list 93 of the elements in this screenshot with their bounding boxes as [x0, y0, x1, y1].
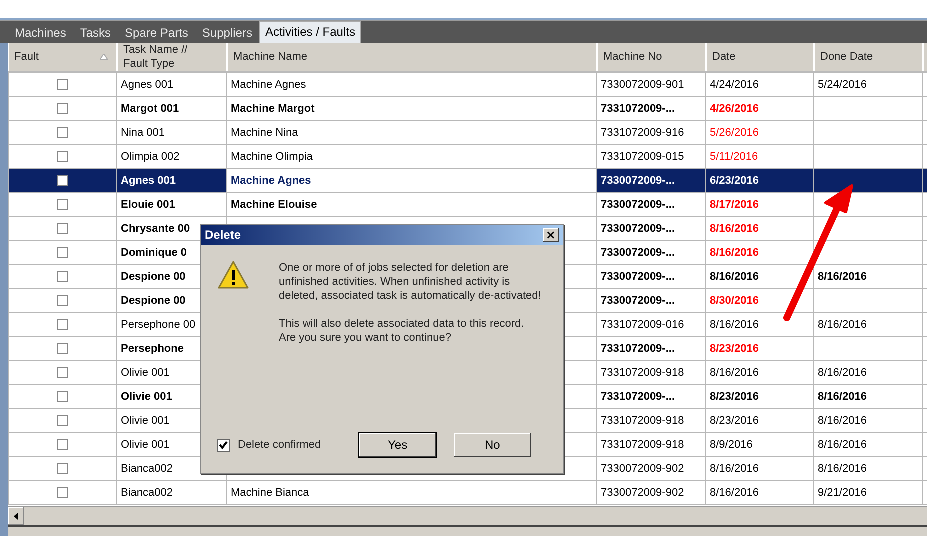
table-cell: 8/16/2016 [814, 408, 922, 432]
table-cell: Agnes 001 [116, 168, 226, 192]
table-cell: 8/23/2016 [706, 336, 814, 360]
table-cell: 8/16/2016 [814, 360, 922, 384]
table-cell: 9/21/2016 [814, 480, 922, 504]
checkbox[interactable] [57, 199, 68, 210]
table-cell: 8/16/2016 [706, 480, 814, 504]
table-cell: 7331072009-... [596, 96, 706, 120]
table-cell: 8/23/2016 [706, 384, 814, 408]
tab[interactable]: Suppliers [195, 23, 260, 43]
table-cell: 8/16/2016 [706, 240, 814, 264]
checkbox[interactable] [57, 367, 68, 378]
checkbox[interactable] [217, 438, 230, 452]
checkbox[interactable] [57, 127, 68, 138]
column-header[interactable]: Done Date [814, 43, 922, 72]
tab[interactable]: Machines [8, 23, 74, 43]
column-header[interactable]: Machine No [596, 43, 706, 72]
table-cell: Machine Agnes [226, 72, 596, 96]
checkbox[interactable] [57, 343, 68, 354]
table-cell: 7331072009-918 [596, 432, 706, 456]
table-cell: 7330072009-... [596, 168, 706, 192]
table-cell: 8/17/2016 [706, 192, 814, 216]
dialog-button[interactable]: No [454, 433, 531, 457]
table-cell: 5/26/2016 [706, 120, 814, 144]
table-cell: 7330072009-... [596, 288, 706, 312]
checkbox[interactable] [57, 319, 68, 330]
table-cell: 7330072009-... [596, 240, 706, 264]
table-cell: Margot 001 [116, 96, 226, 120]
checkbox[interactable] [57, 439, 68, 450]
table-cell: Machine Bianca [226, 480, 596, 504]
table-cell: Nina 001 [116, 120, 226, 144]
table-cell: 8/16/2016 [706, 312, 814, 336]
checkbox[interactable] [57, 103, 68, 114]
checkbox[interactable] [57, 415, 68, 426]
checkbox[interactable] [57, 151, 68, 162]
checkbox[interactable] [57, 487, 68, 498]
table-cell: 7331072009-... [596, 336, 706, 360]
dialog-button[interactable]: Yes [359, 433, 436, 457]
table-cell: 7330072009-901 [596, 72, 706, 96]
table-cell: Bianca002 [116, 480, 226, 504]
checkbox[interactable] [57, 175, 68, 186]
column-header[interactable]: Task Name // Fault Type [116, 43, 226, 72]
table-cell: 8/16/2016 [814, 312, 922, 336]
table-cell: 8/16/2016 [706, 216, 814, 240]
table-cell: Machine Nina [226, 120, 596, 144]
table-cell: 8/16/2016 [814, 384, 922, 408]
table-cell: 7330072009-... [596, 264, 706, 288]
table-cell: 7331072009-918 [596, 408, 706, 432]
tab[interactable]: Activities / Faults [259, 21, 362, 43]
tab[interactable]: Tasks [73, 23, 118, 43]
table-cell: 7330072009-902 [596, 456, 706, 480]
table-cell: 4/26/2016 [706, 96, 814, 120]
checkbox[interactable] [57, 391, 68, 402]
horizontal-scrollbar[interactable] [8, 506, 927, 525]
table-cell: Machine Margot [226, 96, 596, 120]
table-cell: 7331072009-918 [596, 360, 706, 384]
column-header[interactable]: Fault [8, 43, 116, 72]
table-cell: 7330072009-902 [596, 480, 706, 504]
table-cell: 7331072009-916 [596, 120, 706, 144]
table-cell: 7331072009-016 [596, 312, 706, 336]
checkbox[interactable] [57, 247, 68, 258]
close-button[interactable]: × [543, 228, 559, 242]
table-cell: 8/9/2016 [706, 432, 814, 456]
table-cell: 6/23/2016 [706, 168, 814, 192]
checkbox[interactable] [57, 271, 68, 282]
checkbox-label: Delete confirmed [238, 439, 322, 451]
table-cell: 8/16/2016 [706, 456, 814, 480]
table-cell: 8/23/2016 [706, 408, 814, 432]
checkbox[interactable] [57, 223, 68, 234]
dialog-question: This will also delete associated data to this record. Are you sure you want to continue? [279, 317, 526, 345]
table-cell: 7330072009-... [596, 192, 706, 216]
checkbox[interactable] [57, 463, 68, 474]
table-cell: 5/24/2016 [814, 72, 922, 96]
table-cell: 8/16/2016 [814, 264, 922, 288]
checkbox[interactable] [57, 295, 68, 306]
table-cell: 8/16/2016 [814, 456, 922, 480]
dialog-message: One or more of of jobs selected for deletion are unfinished activities. When unfinished activity is deleted, associated task is automatically de-activated! [279, 261, 542, 303]
column-header[interactable]: Date [706, 43, 814, 72]
tab[interactable]: Spare Parts [118, 23, 196, 43]
table-cell: 4/24/2016 [706, 72, 814, 96]
table-cell: Agnes 001 [116, 72, 226, 96]
table-cell: Machine Agnes [226, 168, 596, 192]
table-cell: 8/16/2016 [706, 360, 814, 384]
table-cell: Elouie 001 [116, 192, 226, 216]
table-cell: Machine Elouise [226, 192, 596, 216]
table-cell: 8/16/2016 [814, 432, 922, 456]
table-cell: 8/30/2016 [706, 288, 814, 312]
column-header[interactable]: Machine Name [226, 43, 596, 72]
table-cell: 7331072009-... [596, 384, 706, 408]
warning-icon [218, 261, 249, 290]
table-cell: 7330072009-... [596, 216, 706, 240]
scroll-left-icon[interactable] [14, 512, 18, 520]
checkbox[interactable] [57, 79, 68, 90]
